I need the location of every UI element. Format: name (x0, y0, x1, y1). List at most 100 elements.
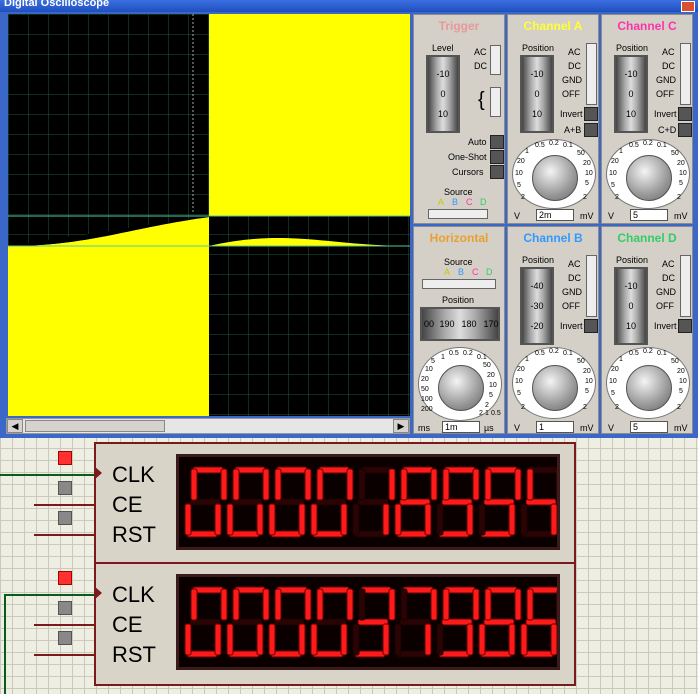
seven-segment-digit (268, 466, 312, 538)
segment-b (514, 468, 522, 501)
channel-a-title: Channel A (523, 19, 583, 33)
counter-1[interactable]: CLK CE RST (94, 442, 576, 564)
segment-f (232, 588, 240, 621)
channel-c-value[interactable]: 5 (630, 209, 668, 221)
channel-b-volts-knob[interactable] (532, 365, 578, 411)
ce-1-state-indicator[interactable] (58, 481, 72, 495)
segment-b (304, 588, 312, 621)
channel-d-invert-button[interactable] (678, 319, 692, 333)
seven-segment-digit (184, 466, 228, 538)
seven-segment-digit (478, 586, 522, 658)
one-shot-button[interactable] (490, 150, 504, 164)
segment-b (262, 588, 270, 621)
trigger-level-drum[interactable]: -10 0 10 (426, 55, 460, 133)
segment-e (436, 623, 444, 656)
channel-b-value[interactable]: 1 (536, 421, 574, 433)
scroll-right-icon[interactable]: ▶ (393, 419, 409, 433)
edge-bracket-icon: { (478, 89, 485, 111)
seven-segment-digit (520, 466, 564, 538)
wire-ce-2 (34, 624, 96, 626)
segment-f (484, 468, 492, 501)
segment-f (316, 468, 324, 501)
segment-f (526, 588, 534, 621)
ce-label: CE (112, 492, 143, 517)
segment-c (298, 503, 306, 536)
segment-e (478, 503, 486, 536)
channel-d-volts-knob[interactable] (626, 365, 672, 411)
channel-b-panel: Channel B Position -40 -30 -20 AC DC GND… (507, 226, 599, 434)
clk-2-state-indicator[interactable] (58, 571, 72, 585)
segment-c (382, 503, 390, 536)
segment-c (550, 503, 558, 536)
segment-c (508, 623, 516, 656)
channel-d-title: Channel D (617, 231, 677, 245)
seven-segment-digit (436, 466, 480, 538)
clock-input-arrow-icon (94, 586, 102, 600)
wire-ce-1 (34, 504, 96, 506)
wire-rst-1 (34, 534, 96, 536)
channel-c-invert-button[interactable] (678, 107, 692, 121)
title-bar[interactable]: Digital Oscilloscope (0, 0, 698, 12)
clock-input-arrow-icon (94, 466, 102, 480)
cursors-button[interactable] (490, 165, 504, 179)
horizontal-source-slider[interactable] (422, 279, 496, 289)
clk-1-state-indicator[interactable] (58, 451, 72, 465)
channel-c-sum-button[interactable] (678, 123, 692, 137)
timebase-knob[interactable] (438, 365, 484, 411)
segment-e (226, 623, 234, 656)
scroll-thumb[interactable] (25, 420, 165, 432)
channel-a-position-drum[interactable]: -10 0 10 (520, 55, 554, 133)
trigger-coupling-switch[interactable] (490, 45, 501, 75)
trigger-source-slider[interactable] (428, 209, 488, 219)
segment-c (340, 503, 348, 536)
horizontal-source-label: Source (444, 257, 473, 267)
segment-e (226, 503, 234, 536)
window-title: Digital Oscilloscope (4, 0, 110, 9)
channel-b-title: Channel B (523, 231, 583, 245)
counter-2-digits (184, 586, 564, 658)
clk-label: CLK (112, 582, 155, 607)
channel-b-invert-button[interactable] (584, 319, 598, 333)
channel-d-value[interactable]: 5 (630, 421, 668, 433)
channel-a-value[interactable]: 2m (536, 209, 574, 221)
channel-a-invert-button[interactable] (584, 107, 598, 121)
segment-e (268, 623, 276, 656)
rst-2-state-indicator[interactable] (58, 631, 72, 645)
counter-1-display (176, 454, 564, 550)
horizontal-position-drum[interactable]: 00 190 180 170 (420, 307, 500, 341)
rst-1-state-indicator[interactable] (58, 511, 72, 525)
channel-b-mode-switch[interactable] (586, 255, 597, 317)
auto-button[interactable] (490, 135, 504, 149)
segment-e (310, 623, 318, 656)
channel-c-mode-switch[interactable] (680, 43, 691, 105)
channel-b-position-drum[interactable]: -40 -30 -20 (520, 267, 554, 345)
segment-e (268, 503, 276, 536)
channel-c-position-drum[interactable]: -10 0 10 (614, 55, 648, 133)
segment-e (478, 623, 486, 656)
segment-f (190, 468, 198, 501)
trigger-edge-switch[interactable] (490, 87, 501, 117)
channel-c-title: Channel C (617, 19, 677, 33)
seven-segment-digit (226, 586, 270, 658)
clk-label: CLK (112, 462, 155, 487)
channel-d-mode-switch[interactable] (680, 255, 691, 317)
channel-a-volts-knob[interactable] (532, 155, 578, 201)
wire-rst-2 (34, 654, 96, 656)
channel-c-volts-knob[interactable] (626, 155, 672, 201)
horizontal-panel: Horizontal Source A B C D Position 00 19… (413, 226, 505, 434)
timebase-value[interactable]: 1m (442, 421, 480, 433)
channel-a-mode-switch[interactable] (586, 43, 597, 105)
channel-a-sum-button[interactable] (584, 123, 598, 137)
scope-screen (8, 14, 410, 416)
segment-e (310, 503, 318, 536)
segment-b (346, 588, 354, 621)
channel-d-position-drum[interactable]: -10 0 10 (614, 267, 648, 345)
horizontal-scrollbar[interactable]: ◀ ▶ (6, 418, 410, 434)
ce-2-state-indicator[interactable] (58, 601, 72, 615)
segment-c (214, 503, 222, 536)
scroll-left-icon[interactable]: ◀ (7, 419, 23, 433)
counter-2[interactable]: CLK CE RST (94, 562, 576, 686)
channel-c-panel: Channel C Position -10 0 10 AC DC GND OF… (601, 14, 693, 224)
close-button[interactable] (681, 1, 695, 12)
segment-e (436, 503, 444, 536)
